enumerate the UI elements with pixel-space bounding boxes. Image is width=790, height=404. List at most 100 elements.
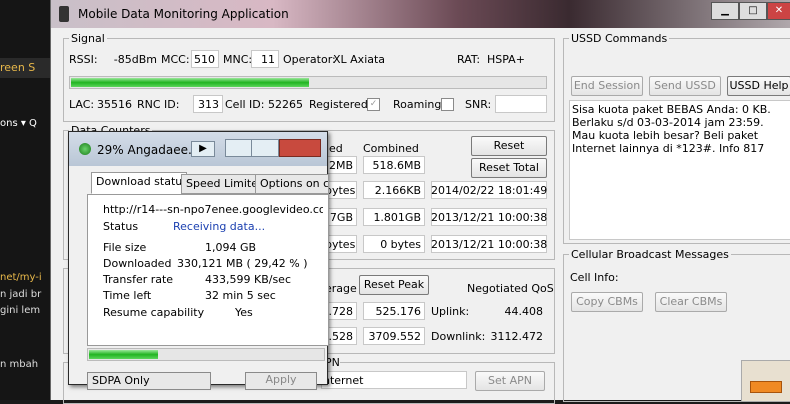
roaming-label: Roaming: (393, 98, 446, 111)
registered-checkbox[interactable]: ✓ (367, 98, 380, 111)
counter-row-2-a: 7GB (329, 211, 353, 224)
signal-strength-fill (71, 78, 309, 87)
apply-button[interactable]: Apply (245, 372, 317, 390)
file-size-label: File size (103, 241, 147, 254)
counter-row-2-date: 2013/12/21 10:00:38 (431, 211, 548, 224)
registered-label: Registered: (309, 98, 372, 111)
set-apn-button[interactable]: Set APN (475, 371, 545, 391)
reset-total-button[interactable]: Reset Total (471, 158, 547, 178)
cell-value: 52265 (268, 98, 303, 111)
tab-download-status[interactable]: Download status (91, 172, 187, 194)
dialog-close-button[interactable] (279, 139, 321, 157)
counter-row-1-a: bytes (325, 184, 356, 197)
throughput-row1-a: .728 (328, 305, 354, 318)
mcc-value: 510 (194, 53, 215, 66)
ussd-section-title: USSD Commands (569, 32, 670, 45)
counter-row-3-date: 2013/12/21 10:00:38 (431, 238, 548, 251)
status-value: Receiving data... (173, 220, 266, 233)
rat-label: RAT: (457, 53, 481, 66)
operator-label: Operator: (283, 53, 336, 66)
lac-value: 35516 (97, 98, 132, 111)
download-globe-icon (79, 143, 91, 155)
throughput-row1-b: 525.176 (375, 305, 422, 318)
mcc-label: MCC: (161, 53, 190, 66)
tab-options[interactable]: Options on c (255, 174, 329, 194)
rssi-value: -85dBm (113, 53, 157, 66)
download-dialog: 29% Angadaee... ▶ Download status Speed … (68, 131, 329, 390)
ussd-response-text: Sisa kuota paket BEBAS Anda: 0 KB. Berla… (572, 103, 771, 155)
counter-row-3-a: bytes (325, 238, 356, 251)
counter-row-3-b: 0 bytes (380, 238, 421, 251)
download-status-panel (87, 194, 329, 346)
clear-cbms-button[interactable]: Clear CBMs (655, 292, 727, 312)
cell-info-label: Cell Info: (570, 271, 619, 284)
rnc-label: RNC ID: (137, 98, 180, 111)
uplink-label: Uplink: (431, 305, 470, 318)
time-left-value: 32 min 5 sec (205, 289, 276, 302)
resume-value: Yes (235, 306, 253, 319)
copy-cbms-button[interactable]: Copy CBMs (571, 292, 643, 312)
counter-row-2-b: 1.801GB (373, 211, 421, 224)
window-title: Mobile Data Monitoring Application (78, 7, 289, 21)
minimize-button[interactable]: ▁ (711, 2, 739, 20)
download-title: 29% Angadaee... (97, 143, 200, 157)
reset-peak-button[interactable]: Reset Peak (359, 275, 429, 295)
rssi-label: RSSI: (69, 53, 98, 66)
phone-icon (59, 6, 69, 22)
rnc-value: 313 (198, 98, 219, 111)
arrow-icon[interactable]: ▶ (191, 141, 215, 157)
download-title-bar: 29% Angadaee... ▶ (69, 132, 327, 166)
status-label: Status (103, 220, 139, 233)
signal-section-title: Signal (69, 32, 107, 45)
downlink-label: Downlink: (431, 330, 486, 343)
col-used-header: ed (329, 142, 343, 155)
throughput-row2-b: 3709.552 (368, 330, 422, 343)
network-select-value: SDPA Only (92, 374, 150, 387)
download-url: http://r14---sn-npo7enee.googlevideo.com… (103, 203, 323, 216)
title-bar: Mobile Data Monitoring Application ▁ □ ✕ (51, 0, 790, 28)
download-progress-fill (89, 350, 159, 359)
col-average-header: erage (325, 282, 357, 295)
counter-row-0-b: 518.6MB (372, 159, 421, 172)
maximize-button[interactable]: □ (739, 2, 767, 20)
downloaded-value: 330,121 MB ( 29,42 % ) (177, 257, 308, 270)
mnc-label: MNC: (223, 53, 253, 66)
tab-speed-limiter[interactable]: Speed Limiter (181, 174, 261, 194)
ussd-help-button[interactable]: USSD Help (727, 76, 790, 96)
rat-value: HSPA+ (487, 53, 525, 66)
time-left-label: Time left (103, 289, 152, 302)
transfer-rate-label: Transfer rate (103, 273, 174, 286)
snr-box (495, 95, 547, 113)
downlink-value: 3112.472 (490, 330, 544, 343)
snr-label: SNR: (465, 98, 492, 111)
apn-value: nternet (323, 374, 364, 387)
transfer-rate-value: 433,599 KB/sec (205, 273, 291, 286)
battery-icon (750, 381, 782, 393)
cbm-section-title: Cellular Broadcast Messages (569, 248, 731, 261)
file-size-value: 1,094 GB (205, 241, 257, 254)
negotiated-qos-label: Negotiated QoS (467, 282, 554, 295)
col-combined-header: Combined (363, 142, 419, 155)
mnc-value: 11 (261, 53, 275, 66)
counter-row-1-b: 2.166KB (374, 184, 421, 197)
signal-strength-bar (69, 76, 547, 89)
cell-label: Cell ID: (225, 98, 265, 111)
resume-label: Resume capability (103, 306, 205, 319)
throughput-row2-a: .528 (328, 330, 354, 343)
uplink-value: 44.408 (504, 305, 544, 318)
send-ussd-button[interactable]: Send USSD (649, 76, 721, 96)
counter-row-0-a: 2MB (328, 159, 353, 172)
operator-value: XL Axiata (333, 53, 386, 66)
roaming-checkbox[interactable] (441, 98, 454, 111)
close-button[interactable]: ✕ (767, 2, 790, 20)
end-session-button[interactable]: End Session (571, 76, 643, 96)
dialog-maximize-button[interactable] (251, 139, 279, 157)
network-select[interactable]: SDPA Only (87, 372, 211, 390)
counter-row-1-date: 2014/02/22 18:01:49 (431, 184, 548, 197)
dialog-minimize-button[interactable] (225, 139, 253, 157)
downloaded-label: Downloaded (103, 257, 172, 270)
reset-session-button[interactable]: Reset Session (471, 136, 547, 170)
tray-widget-icon[interactable] (741, 360, 790, 402)
download-progress-bar (87, 348, 325, 361)
lac-label: LAC: (69, 98, 95, 111)
